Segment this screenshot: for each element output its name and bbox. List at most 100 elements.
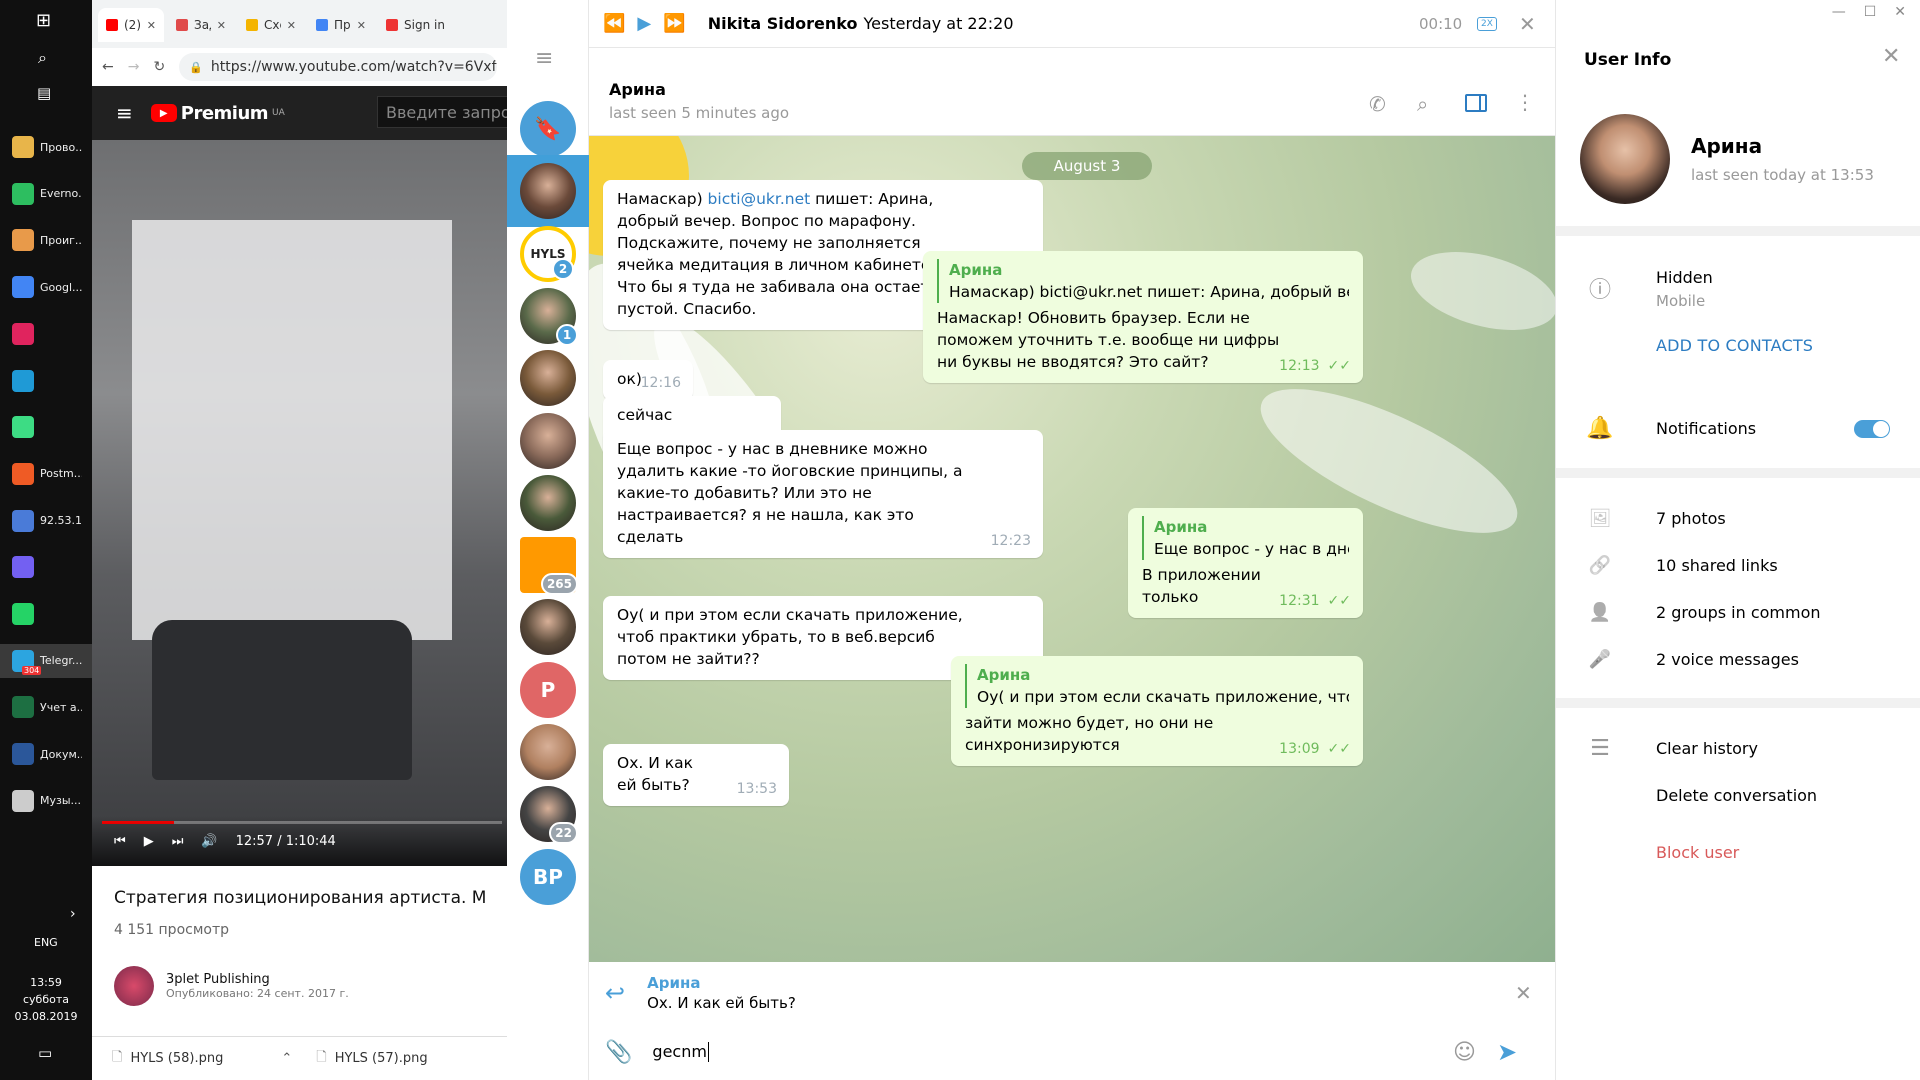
quoted-reply[interactable]: Арина Оу( и при этом если скачать приложе… [965,664,1349,708]
taskbar-item[interactable]: 304 Telegr... [0,643,92,678]
taskbar-item[interactable] [12,364,82,398]
notifications-toggle[interactable] [1854,420,1890,438]
taskbar-item[interactable]: Прово... [12,130,82,164]
block-user-button[interactable]: Block user [1656,843,1739,862]
chevron-right-icon[interactable]: › [70,906,76,922]
chat-avatar[interactable] [520,350,576,407]
chat-avatar[interactable]: Р [520,661,576,718]
chat-avatar[interactable] [520,412,576,469]
task-view-icon[interactable]: ▤ [37,84,51,102]
browser-tab[interactable]: Sign in [378,8,458,42]
outgoing-message[interactable]: Арина Еще вопрос - у нас в дневник... В пр… [1128,508,1363,618]
close-window-icon[interactable]: ✕ [1894,4,1906,20]
language-indicator[interactable]: ENG [34,936,58,949]
add-to-contacts-button[interactable]: ADD TO CONTACTS [1656,336,1813,355]
forward-icon[interactable]: → [128,59,140,75]
chat-avatar[interactable]: HYLS 2 [520,225,576,282]
system-clock[interactable]: 13:59 суббота 03.08.2019 [0,974,92,1025]
chat-avatar[interactable]: 22 [520,786,578,845]
attach-icon[interactable]: 📎 [605,1040,632,1065]
browser-tab[interactable]: Схе ✕ [238,8,304,42]
taskbar-item[interactable]: Проиг... [12,223,82,257]
shared-media-row[interactable]: 🔗 10 shared links [1556,545,1920,585]
reload-icon[interactable]: ↻ [153,59,165,75]
toggle-sidebar-icon[interactable] [1465,94,1487,112]
taskbar-item[interactable]: 92.53.1... [12,504,82,538]
chat-avatar[interactable] [520,599,576,656]
chat-avatar[interactable]: 265 [520,537,578,596]
channel-avatar[interactable] [114,966,154,1006]
notifications-icon[interactable]: ▭ [38,1044,52,1062]
browser-tab[interactable]: Пр ✕ [308,8,374,42]
play-icon[interactable]: ▶ [144,834,154,849]
browser-tab[interactable]: Зад ✕ [168,8,234,42]
next-icon[interactable]: ⏭ [172,834,184,849]
close-tab-icon[interactable]: ✕ [217,19,226,32]
user-avatar[interactable] [1580,114,1670,204]
taskbar-item[interactable]: Музы... [12,784,82,818]
chat-avatar[interactable]: 1 [520,287,578,346]
taskbar-item[interactable] [12,410,82,444]
incoming-message[interactable]: ок) 12:16 [603,360,693,400]
player-play-icon[interactable]: ▶ [637,13,651,34]
channel-name[interactable]: 3plet Publishing [166,972,349,987]
taskbar-item[interactable] [12,317,82,351]
incoming-message[interactable]: Еще вопрос - у нас в дневнике можно удал… [603,430,1043,558]
chat-avatar[interactable]: ВР [520,848,576,905]
youtube-logo[interactable]: ▶ Premium UA [150,103,285,124]
close-tab-icon[interactable]: ✕ [147,19,156,32]
chat-title[interactable]: Арина [609,80,666,99]
taskbar-item[interactable] [12,597,82,631]
call-icon[interactable]: ✆ [1369,92,1386,116]
download-item[interactable]: 🗋 HYLS (58).png ⌃ [112,1048,292,1070]
telegram-menu-icon[interactable]: ≡ [535,46,553,71]
hamburger-menu-icon[interactable]: ≡ [116,101,133,125]
incoming-message[interactable]: Ох. И как ей быть? 13:53 [603,744,789,806]
search-chat-icon[interactable]: ⌕ [1417,92,1428,116]
message-input[interactable]: gecnm [652,1042,709,1062]
shared-media-row[interactable]: 🖼 7 photos [1556,498,1920,538]
block-user-row[interactable]: Block user [1556,832,1920,872]
shared-media-row[interactable]: 🎤 2 voice messages [1556,639,1920,679]
close-user-info-icon[interactable]: ✕ [1882,44,1900,69]
emoji-icon[interactable]: ☺ [1453,1040,1476,1065]
minimize-icon[interactable]: — [1832,4,1846,20]
chat-avatar[interactable] [520,474,576,531]
shared-media-row[interactable]: 👤 2 groups in common [1556,592,1920,632]
address-bar[interactable]: 🔒 https://www.youtube.com/watch?v=6VxfSW… [179,53,497,81]
previous-icon[interactable]: ⏮ [114,834,126,849]
notifications-row[interactable]: 🔔 Notifications [1556,408,1920,448]
player-speed-button[interactable]: 2X [1477,16,1497,31]
player-close-icon[interactable]: ✕ [1519,12,1536,36]
message-area[interactable]: August 3 Намаскар) bicti@ukr.net пишет: … [589,136,1555,962]
quoted-reply[interactable]: Арина Намаскар) bicti@ukr.net пишет: Арин… [937,259,1349,303]
clear-history-button[interactable]: Clear history [1656,739,1758,758]
message-link[interactable]: bicti@ukr.net [708,190,811,208]
browser-tab[interactable]: (2) ✕ [98,8,164,42]
video-title[interactable]: Стратегия позиционирования артиста. Мето… [114,888,485,908]
player-rewind-icon[interactable]: ⏪ [603,13,625,34]
video-player[interactable]: ⏮ ▶ ⏭ 🔊 12:57 / 1:10:44 [92,140,507,866]
volume-icon[interactable]: 🔊 [201,834,217,849]
close-tab-icon[interactable]: ✕ [287,19,296,32]
delete-conversation-button[interactable]: Delete conversation [1656,786,1817,805]
download-item[interactable]: 🗋 HYLS (57).png [316,1048,427,1070]
chat-avatar[interactable] [520,163,576,220]
taskbar-item[interactable]: Postm... [12,457,82,491]
taskbar-item[interactable]: Докум... [12,737,82,771]
maximize-icon[interactable]: ☐ [1864,4,1877,20]
outgoing-message[interactable]: Арина Оу( и при этом если скачать приложе… [951,656,1363,766]
taskbar-item[interactable]: Учет а... [12,690,82,724]
windows-start-icon[interactable]: ⊞ [36,10,51,31]
outgoing-message[interactable]: Арина Намаскар) bicti@ukr.net пишет: Арин… [923,251,1363,383]
cancel-reply-icon[interactable]: ✕ [1515,981,1532,1005]
quoted-reply[interactable]: Арина Еще вопрос - у нас в дневник... [1142,516,1349,560]
youtube-search-input[interactable]: Введите запрос [377,96,507,128]
saved-messages-icon[interactable]: 🔖 [520,101,576,157]
send-icon[interactable]: ➤ [1497,1038,1517,1066]
player-title[interactable]: Nikita Sidorenko [708,14,858,33]
taskbar-item[interactable]: Everno... [12,177,82,211]
more-options-icon[interactable]: ⋮ [1515,90,1535,114]
taskbar-item[interactable] [12,550,82,584]
chat-avatar[interactable] [520,724,576,780]
